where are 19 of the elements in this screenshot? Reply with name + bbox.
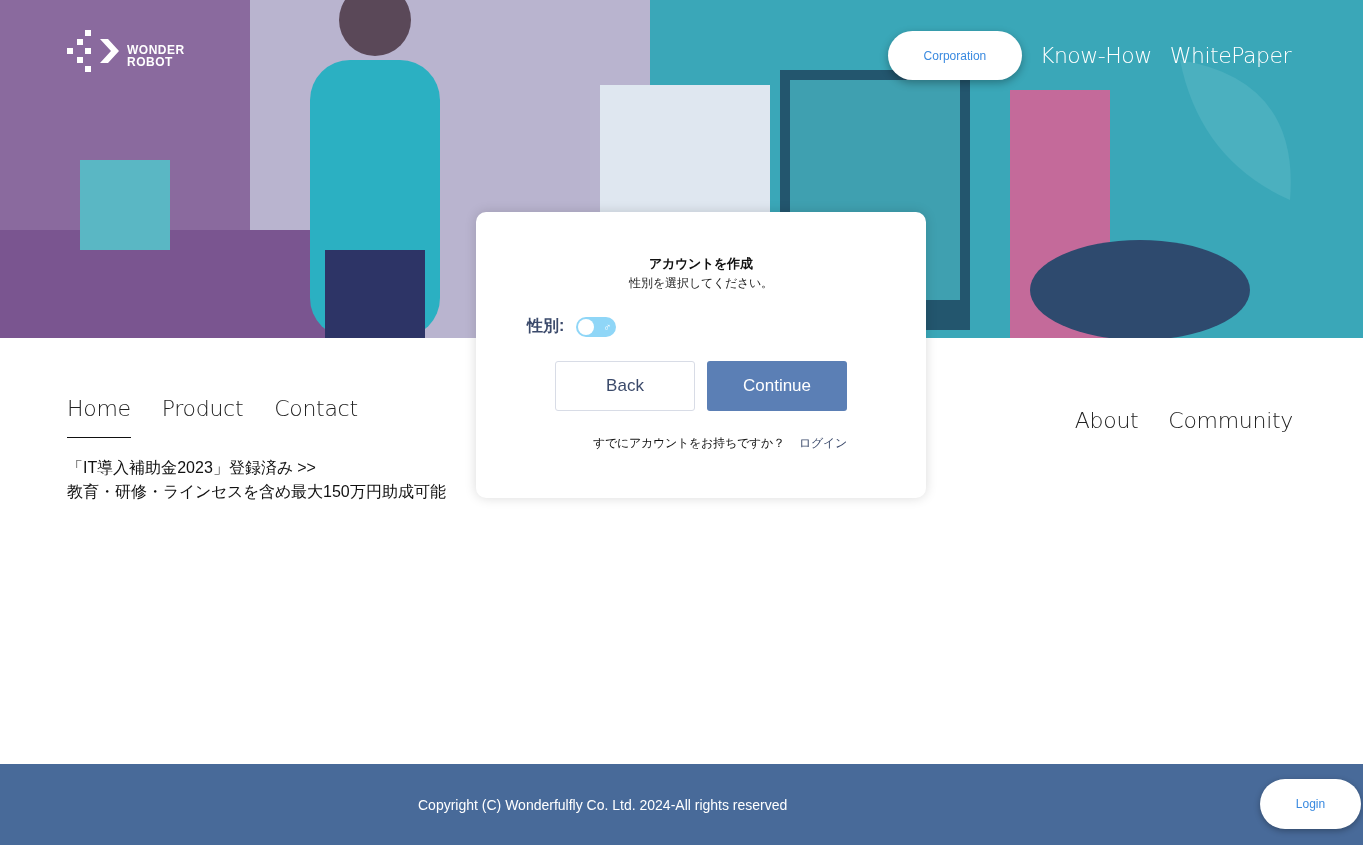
notice-text: 「IT導入補助金2023」登録済み >>: [67, 458, 317, 478]
dialog-subtitle: 性別を選択してください。: [629, 275, 773, 292]
logo-text: WONDER: [127, 44, 185, 56]
nav-link[interactable]: Contact: [274, 396, 358, 438]
gender-label: 性別:: [527, 316, 565, 336]
nav-link[interactable]: About: [1074, 408, 1139, 438]
back-button[interactable]: Back: [555, 361, 695, 411]
nav-link[interactable]: Home: [67, 396, 131, 438]
login-prompt: すでにアカウントをお持ちですか？: [593, 435, 785, 452]
corporation-button[interactable]: Corporation: [887, 31, 1022, 80]
logo-text: ROBOT: [127, 56, 174, 68]
nav-link[interactable]: Product: [161, 396, 244, 438]
nav-link[interactable]: Community: [1168, 408, 1293, 438]
notice-text: 教育・研修・ラインセスを含め最大150万円助成可能: [67, 482, 447, 502]
copyright-text: Copyright (C) Wonderfulfly Co. Ltd. 2024-All rights reserved: [418, 796, 788, 813]
continue-button[interactable]: Continue: [707, 361, 847, 411]
dialog-title: アカウントを作成: [649, 255, 753, 273]
login-link[interactable]: ログイン: [799, 435, 847, 452]
login-button[interactable]: Login: [1260, 779, 1361, 829]
